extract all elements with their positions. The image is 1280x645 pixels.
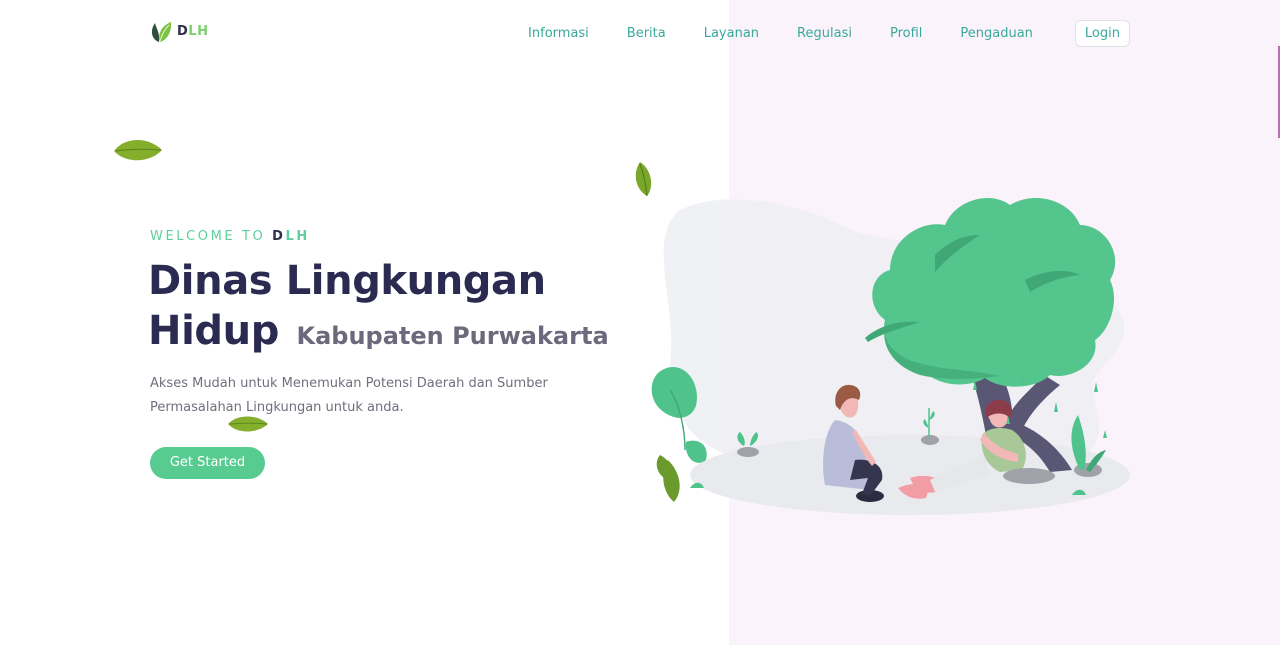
nav-item-layanan[interactable]: Layanan [704, 20, 759, 47]
hero-description: Akses Mudah untuk Menemukan Potensi Daer… [150, 376, 548, 415]
nav-item-pengaduan[interactable]: Pengaduan [960, 20, 1033, 47]
leaf-logo-icon [151, 22, 172, 42]
hero-title: Dinas Lingkungan Hidup Kabupaten Purwaka… [148, 256, 618, 361]
nav-item-profil[interactable]: Profil [890, 20, 922, 47]
welcome-brand-d: D [272, 229, 286, 244]
nav-item-informasi[interactable]: Informasi [528, 20, 589, 47]
welcome-prefix: WELCOME TO [150, 229, 273, 244]
welcome-brand-lh: LH [285, 229, 310, 244]
login-button[interactable]: Login [1074, 20, 1130, 47]
nav-menu: Informasi Berita Layanan Regulasi Profil… [528, 20, 1130, 47]
landing-page: DLH Informasi Berita Layanan Regulasi Pr… [0, 0, 1280, 645]
brand-name-lh: LH [188, 23, 209, 39]
nav-item-regulasi[interactable]: Regulasi [797, 20, 852, 47]
navbar: DLH Informasi Berita Layanan Regulasi Pr… [0, 0, 1280, 66]
hero-title-sub: Kabupaten Purwakarta [296, 322, 609, 350]
get-started-button[interactable]: Get Started [150, 447, 265, 479]
leaf-icon [114, 139, 162, 161]
welcome-eyebrow: WELCOME TO DLH [150, 229, 310, 244]
brand-name-d: D [177, 23, 189, 39]
nav-item-berita[interactable]: Berita [627, 20, 666, 47]
hero-illustration [651, 197, 1130, 515]
brand-logo-link[interactable]: DLH [150, 18, 208, 44]
brand-name: DLH [177, 24, 208, 39]
